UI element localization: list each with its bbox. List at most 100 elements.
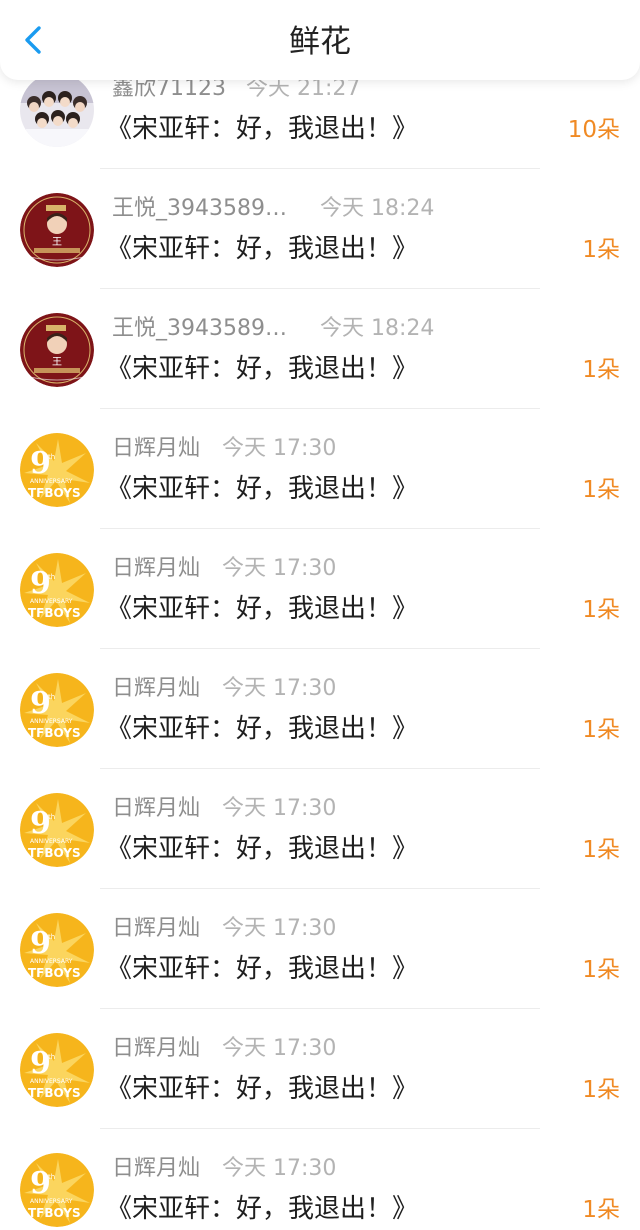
svg-text:th: th	[48, 693, 55, 701]
sender-name: 王悦_39435898...	[112, 196, 292, 221]
svg-text:ANNIVERSARY: ANNIVERSARY	[30, 478, 73, 485]
sent-time: 今天 18:24	[320, 196, 435, 221]
sent-time: 今天 17:30	[222, 1036, 337, 1061]
svg-text:9: 9	[30, 446, 51, 481]
divider	[100, 408, 540, 409]
svg-text:th: th	[48, 813, 55, 821]
sent-time: 今天 17:30	[222, 436, 337, 461]
flower-count: 1朵	[582, 1077, 620, 1103]
svg-text:TFBOYS: TFBOYS	[28, 486, 81, 500]
sent-time: 今天 17:30	[222, 1156, 337, 1181]
item-meta: 日辉月灿 今天 17:30	[112, 672, 336, 706]
flower-count: 10朵	[567, 117, 620, 143]
svg-text:TFBOYS: TFBOYS	[28, 606, 81, 620]
avatar[interactable]: 9 th ANNIVERSARY TFBOYS	[20, 1033, 94, 1107]
tfboys-anniversary-avatar-icon: 9 th ANNIVERSARY TFBOYS	[20, 553, 94, 627]
svg-text:9: 9	[30, 1166, 51, 1201]
flower-count: 1朵	[582, 837, 620, 863]
svg-text:9: 9	[30, 926, 51, 961]
avatar[interactable]: 王	[20, 193, 94, 267]
sender-name: 日辉月灿	[112, 1156, 201, 1181]
top-nav-bar: 鲜花	[0, 0, 640, 80]
divider	[100, 1128, 540, 1129]
flower-count: 1朵	[582, 957, 620, 983]
list-item[interactable]: 9 th ANNIVERSARY TFBOYS 日辉月灿 今天 17:30 《宋亚…	[0, 1030, 640, 1150]
svg-text:th: th	[48, 933, 55, 941]
group-photo-avatar-icon	[20, 73, 94, 147]
divider	[100, 648, 540, 649]
sender-name: 日辉月灿	[112, 436, 201, 461]
avatar[interactable]: 9 th ANNIVERSARY TFBOYS	[20, 433, 94, 507]
sent-time: 今天 17:30	[222, 916, 337, 941]
flower-count: 1朵	[582, 597, 620, 623]
list-item[interactable]: 9 th ANNIVERSARY TFBOYS 日辉月灿 今天 17:30 《宋亚…	[0, 1150, 640, 1230]
divider	[100, 288, 540, 289]
avatar[interactable]: 9 th ANNIVERSARY TFBOYS	[20, 793, 94, 867]
sender-name: 日辉月灿	[112, 916, 201, 941]
svg-text:th: th	[48, 453, 55, 461]
flower-count: 1朵	[582, 357, 620, 383]
divider	[100, 168, 540, 169]
svg-text:TFBOYS: TFBOYS	[28, 1086, 81, 1100]
sender-name: 王悦_39435898...	[112, 316, 292, 341]
divider	[100, 1008, 540, 1009]
avatar[interactable]: 9 th ANNIVERSARY TFBOYS	[20, 913, 94, 987]
svg-text:王: 王	[52, 357, 62, 368]
svg-text:TFBOYS: TFBOYS	[28, 966, 81, 980]
item-meta: 日辉月灿 今天 17:30	[112, 1152, 336, 1186]
tfboys-anniversary-avatar-icon: 9 th ANNIVERSARY TFBOYS	[20, 1153, 94, 1227]
item-meta: 日辉月灿 今天 17:30	[112, 792, 336, 826]
sender-name: 日辉月灿	[112, 796, 201, 821]
svg-text:th: th	[48, 1173, 55, 1181]
red-badge-avatar-icon: 王	[20, 313, 94, 387]
svg-text:9: 9	[30, 686, 51, 721]
svg-text:TFBOYS: TFBOYS	[28, 846, 81, 860]
list-item[interactable]: 王 王悦_39435898... 今天 18:24 《宋亚轩：好，我退出！》 1朵	[0, 190, 640, 310]
avatar[interactable]: 9 th ANNIVERSARY TFBOYS	[20, 673, 94, 747]
svg-text:TFBOYS: TFBOYS	[28, 726, 81, 740]
article-title: 《宋亚轩：好，我退出！》	[106, 354, 419, 384]
flower-count: 1朵	[582, 477, 620, 503]
item-meta: 日辉月灿 今天 17:30	[112, 1032, 336, 1066]
divider	[100, 528, 540, 529]
list-item[interactable]: 9 th ANNIVERSARY TFBOYS 日辉月灿 今天 17:30 《宋亚…	[0, 670, 640, 790]
list-item[interactable]: 9 th ANNIVERSARY TFBOYS 日辉月灿 今天 17:30 《宋亚…	[0, 550, 640, 670]
article-title: 《宋亚轩：好，我退出！》	[106, 834, 419, 864]
sent-time: 今天 17:30	[222, 676, 337, 701]
divider	[100, 768, 540, 769]
sent-time: 今天 17:30	[222, 556, 337, 581]
flower-count: 1朵	[582, 1197, 620, 1223]
avatar[interactable]	[20, 73, 94, 147]
article-title: 《宋亚轩：好，我退出！》	[106, 1194, 419, 1224]
divider	[100, 888, 540, 889]
svg-text:th: th	[48, 1053, 55, 1061]
sender-name: 日辉月灿	[112, 556, 201, 581]
list-item[interactable]: 鑫欣71123 今天 21:27 《宋亚轩：好，我退出！》 10朵	[0, 70, 640, 190]
item-meta: 王悦_39435898... 今天 18:24	[112, 312, 434, 346]
list-item[interactable]: 9 th ANNIVERSARY TFBOYS 日辉月灿 今天 17:30 《宋亚…	[0, 430, 640, 550]
article-title: 《宋亚轩：好，我退出！》	[106, 954, 419, 984]
svg-text:9: 9	[30, 1046, 51, 1081]
item-meta: 日辉月灿 今天 17:30	[112, 432, 336, 466]
svg-text:9: 9	[30, 566, 51, 601]
list-item[interactable]: 王 王悦_39435898... 今天 18:24 《宋亚轩：好，我退出！》 1朵	[0, 310, 640, 430]
avatar[interactable]: 王	[20, 313, 94, 387]
svg-text:th: th	[48, 573, 55, 581]
article-title: 《宋亚轩：好，我退出！》	[106, 234, 419, 264]
page: 鑫欣71123 今天 21:27 《宋亚轩：好，我退出！》 10朵 王 王悦_3…	[0, 0, 640, 1230]
avatar[interactable]: 9 th ANNIVERSARY TFBOYS	[20, 553, 94, 627]
tfboys-anniversary-avatar-icon: 9 th ANNIVERSARY TFBOYS	[20, 673, 94, 747]
tfboys-anniversary-avatar-icon: 9 th ANNIVERSARY TFBOYS	[20, 913, 94, 987]
list-item[interactable]: 9 th ANNIVERSARY TFBOYS 日辉月灿 今天 17:30 《宋亚…	[0, 790, 640, 910]
sender-name: 日辉月灿	[112, 1036, 201, 1061]
sender-name: 日辉月灿	[112, 676, 201, 701]
sent-time: 今天 17:30	[222, 796, 337, 821]
article-title: 《宋亚轩：好，我退出！》	[106, 474, 419, 504]
avatar[interactable]: 9 th ANNIVERSARY TFBOYS	[20, 1153, 94, 1227]
list-item[interactable]: 9 th ANNIVERSARY TFBOYS 日辉月灿 今天 17:30 《宋亚…	[0, 910, 640, 1030]
svg-text:ANNIVERSARY: ANNIVERSARY	[30, 838, 73, 845]
svg-text:TFBOYS: TFBOYS	[28, 1206, 81, 1220]
item-meta: 日辉月灿 今天 17:30	[112, 552, 336, 586]
svg-text:ANNIVERSARY: ANNIVERSARY	[30, 1198, 73, 1205]
flower-count: 1朵	[582, 237, 620, 263]
